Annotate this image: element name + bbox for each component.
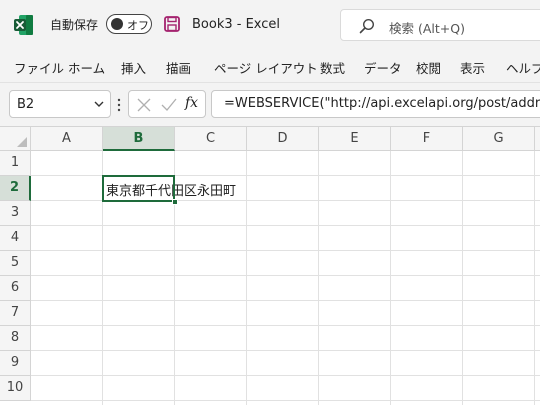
enter-check-icon[interactable]	[161, 98, 177, 112]
column-header-f[interactable]: F	[391, 127, 463, 151]
tab-help[interactable]: ヘルプ	[506, 58, 540, 77]
search-box[interactable]: 検索 (Alt+Q)	[340, 9, 540, 41]
column-header-b[interactable]: B	[103, 127, 175, 151]
column-header-c[interactable]: C	[175, 127, 247, 151]
search-placeholder: 検索 (Alt+Q)	[389, 21, 465, 36]
name-box[interactable]: B2	[9, 90, 111, 118]
tab-formulas[interactable]: 数式	[320, 58, 345, 77]
gridline	[31, 300, 540, 301]
row-header-6[interactable]: 6	[0, 276, 31, 301]
tab-review[interactable]: 校閲	[416, 58, 441, 77]
row-header-4[interactable]: 4	[0, 226, 31, 251]
row-header-8[interactable]: 8	[0, 326, 31, 351]
search-icon	[359, 18, 375, 34]
column-header-h[interactable]	[535, 127, 540, 151]
autosave-label: 自動保存	[50, 18, 99, 32]
formula-text: =WEBSERVICE("http://api.excelapi.org/pos…	[224, 96, 540, 111]
more-vertical-icon[interactable]	[117, 97, 121, 113]
row-header-9[interactable]: 9	[0, 351, 31, 376]
row-header-10[interactable]: 10	[0, 376, 31, 401]
tab-data[interactable]: データ	[364, 58, 402, 77]
tab-home[interactable]: ホーム	[68, 58, 105, 77]
save-icon[interactable]	[164, 16, 180, 32]
gridline	[534, 151, 535, 405]
toggle-knob	[111, 18, 123, 30]
workbook-title: Book3 - Excel	[192, 17, 281, 32]
gridline	[318, 151, 319, 405]
gridline	[31, 325, 540, 326]
gridline	[246, 151, 247, 405]
active-cell-b2[interactable]	[102, 175, 175, 202]
gridline	[462, 151, 463, 405]
tab-view[interactable]: 表示	[460, 58, 485, 77]
row-header-5[interactable]: 5	[0, 251, 31, 276]
formula-area: B2 fx =WEBSERVICE("http://api.excelapi.o…	[0, 82, 540, 126]
insert-function-icon[interactable]: fx	[185, 95, 198, 111]
tab-page-layout[interactable]: ページ レイアウト	[214, 58, 318, 77]
ribbon-tabs: ファイル ホーム 挿入 描画 ページ レイアウト 数式 データ 校閲 表示 ヘル…	[0, 50, 540, 82]
tab-draw[interactable]: 描画	[166, 58, 191, 77]
title-bar: 自動保存 オフ Book3 - Excel 検索 (Alt+Q)	[0, 0, 540, 50]
column-header-d[interactable]: D	[247, 127, 319, 151]
gridline	[31, 375, 540, 376]
gridline	[31, 275, 540, 276]
row-header-2[interactable]: 2	[0, 176, 31, 201]
select-all-button[interactable]	[0, 127, 31, 151]
tab-insert[interactable]: 挿入	[121, 58, 146, 77]
gridline	[31, 225, 540, 226]
column-header-a[interactable]: A	[31, 127, 103, 151]
formula-buttons: fx	[128, 90, 206, 118]
fill-handle[interactable]	[172, 199, 178, 205]
name-box-value: B2	[17, 97, 35, 112]
gridline	[31, 350, 540, 351]
gridline	[31, 250, 540, 251]
autosave-state: オフ	[127, 19, 149, 32]
row-header-7[interactable]: 7	[0, 301, 31, 326]
tab-file[interactable]: ファイル	[14, 58, 64, 77]
column-header-g[interactable]: G	[463, 127, 535, 151]
gridline	[31, 400, 540, 401]
chevron-down-icon[interactable]	[94, 100, 104, 108]
column-header-e[interactable]: E	[319, 127, 391, 151]
autosave-toggle[interactable]: オフ	[106, 14, 152, 34]
row-header-3[interactable]: 3	[0, 201, 31, 226]
gridline	[390, 151, 391, 405]
cancel-icon[interactable]	[137, 98, 151, 112]
row-header-1[interactable]: 1	[0, 151, 31, 176]
excel-logo-icon	[14, 15, 33, 35]
formula-bar[interactable]: =WEBSERVICE("http://api.excelapi.org/pos…	[211, 90, 540, 118]
worksheet-grid[interactable]: A B C D E F G 1 2 3 4 5 6 7 8 9 10 東京都千代…	[0, 126, 540, 405]
